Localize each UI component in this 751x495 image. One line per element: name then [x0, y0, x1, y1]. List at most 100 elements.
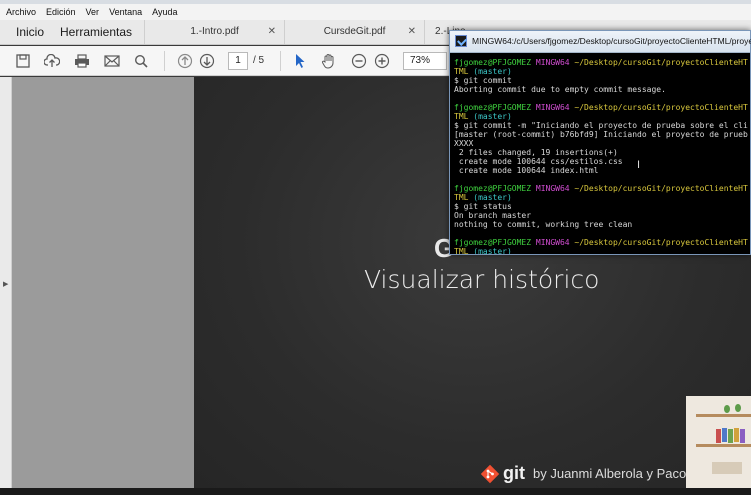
- terminal-segment: TML: [454, 67, 474, 76]
- zoom-out-icon[interactable]: [350, 52, 368, 70]
- terminal-line: $ git commit: [454, 76, 750, 85]
- webcam-overlay: [686, 396, 751, 488]
- webcam-book: [716, 429, 721, 443]
- menu-ventana[interactable]: Ventana: [109, 7, 142, 17]
- menu-ver[interactable]: Ver: [86, 7, 100, 17]
- menu-edicion[interactable]: Edición: [46, 7, 76, 17]
- terminal-line: nothing to commit, working tree clean: [454, 220, 750, 229]
- slide-footer: git by Juanmi Alberola y Paco: [480, 463, 686, 484]
- terminal-line: fjgomez@PFJGOMEZ MINGW64 ~/Desktop/curso…: [454, 58, 750, 67]
- terminal-segment: (master): [473, 247, 512, 254]
- terminal-segment: fjgomez@PFJGOMEZ: [454, 238, 536, 247]
- menu-archivo[interactable]: Archivo: [6, 7, 36, 17]
- terminal-line: fjgomez@PFJGOMEZ MINGW64 ~/Desktop/curso…: [454, 238, 750, 247]
- terminal-segment: XXXX: [454, 139, 474, 148]
- terminal-line: TML (master): [454, 247, 750, 254]
- webcam-shelf: [696, 444, 751, 447]
- terminal-segment: MINGW64: [535, 238, 575, 247]
- slide-byline: by Juanmi Alberola y Paco: [533, 466, 687, 481]
- page-total: / 5: [253, 55, 265, 66]
- terminal-line: TML (master): [454, 193, 750, 202]
- toolbar-divider: [280, 51, 281, 71]
- menu-ayuda[interactable]: Ayuda: [152, 7, 177, 17]
- menu-bar: Archivo Edición Ver Ventana Ayuda: [0, 4, 751, 20]
- terminal-segment: $ git commit: [454, 76, 512, 85]
- terminal-window[interactable]: MINGW64:/c/Users/fjgomez/Desktop/cursoGi…: [449, 30, 751, 255]
- zoom-level-select[interactable]: 73%: [403, 52, 447, 70]
- bottom-edge: [0, 488, 751, 495]
- terminal-segment: (master): [473, 112, 512, 121]
- terminal-segment: create mode 100644 css/estilos.css: [454, 157, 623, 166]
- slide-subtitle: Visualizar histórico: [364, 265, 600, 294]
- next-page-icon[interactable]: [198, 52, 216, 70]
- webcam-plant: [724, 405, 730, 413]
- terminal-segment: create mode 100644 index.html: [454, 166, 599, 175]
- terminal-segment: ~/Desktop/cursoGit/proyectoClienteHT: [574, 238, 748, 247]
- expand-panel-icon[interactable]: ▶: [3, 280, 8, 288]
- webcam-book: [722, 428, 727, 442]
- webcam-book: [740, 429, 745, 443]
- terminal-segment: TML: [454, 112, 474, 121]
- terminal-line: TML (master): [454, 67, 750, 76]
- terminal-segment: nothing to commit, working tree clean: [454, 220, 633, 229]
- terminal-line: fjgomez@PFJGOMEZ MINGW64 ~/Desktop/curso…: [454, 103, 750, 112]
- terminal-line: $ git commit -m "Iniciando el proyecto d…: [454, 121, 750, 130]
- hand-tool-icon[interactable]: [320, 52, 338, 70]
- terminal-title: MINGW64:/c/Users/fjgomez/Desktop/cursoGi…: [472, 36, 751, 46]
- git-logo-icon: [480, 464, 500, 483]
- webcam-box: [712, 462, 742, 474]
- git-brand-text: git: [503, 463, 525, 483]
- terminal-segment: 2 files changed, 19 insertions(+): [454, 148, 618, 157]
- tab-inicio[interactable]: Inicio: [0, 20, 52, 44]
- tab-herramientas[interactable]: Herramientas: [52, 20, 140, 44]
- terminal-segment: On branch master: [454, 211, 532, 220]
- terminal-segment: MINGW64: [535, 184, 575, 193]
- webcam-plant: [735, 404, 741, 412]
- terminal-segment: (master): [473, 193, 512, 202]
- terminal-app-icon: [455, 35, 467, 47]
- terminal-segment: (master): [473, 67, 512, 76]
- left-panel-collapsed[interactable]: ▶: [0, 77, 12, 488]
- terminal-line: XXXX: [454, 139, 750, 148]
- webcam-book: [734, 428, 739, 442]
- terminal-titlebar[interactable]: MINGW64:/c/Users/fjgomez/Desktop/cursoGi…: [450, 31, 751, 53]
- terminal-segment: ~/Desktop/cursoGit/proyectoClienteHT: [574, 58, 748, 67]
- terminal-output[interactable]: fjgomez@PFJGOMEZ MINGW64 ~/Desktop/curso…: [454, 58, 750, 254]
- close-icon[interactable]: ✕: [268, 20, 276, 44]
- terminal-line: 2 files changed, 19 insertions(+): [454, 148, 750, 157]
- doc-tab-label: CursdeGit.pdf: [323, 26, 386, 37]
- webcam-shelf: [696, 414, 751, 417]
- terminal-segment: MINGW64: [535, 58, 575, 67]
- terminal-segment: TML: [454, 247, 474, 254]
- upload-cloud-icon[interactable]: [43, 52, 61, 70]
- mail-icon[interactable]: [103, 52, 121, 70]
- save-icon[interactable]: [14, 52, 32, 70]
- doc-tab-intro[interactable]: 1.-Intro.pdf ✕: [144, 20, 284, 44]
- terminal-segment: TML: [454, 193, 474, 202]
- print-icon[interactable]: [73, 52, 91, 70]
- screen: Archivo Edición Ver Ventana Ayuda Inicio…: [0, 0, 751, 495]
- terminal-line: [master (root-commit) b76bfd9] Iniciando…: [454, 130, 750, 139]
- doc-tab-cursdegit[interactable]: CursdeGit.pdf ✕: [284, 20, 424, 44]
- text-cursor-icon: I: [637, 159, 641, 171]
- close-icon[interactable]: ✕: [408, 20, 416, 44]
- terminal-line: TML (master): [454, 112, 750, 121]
- terminal-segment: Aborting commit due to empty commit mess…: [454, 85, 666, 94]
- terminal-segment: ~/Desktop/cursoGit/proyectoClienteHT: [574, 103, 748, 112]
- select-cursor-icon[interactable]: [291, 52, 309, 70]
- search-icon[interactable]: [132, 52, 150, 70]
- terminal-line: fjgomez@PFJGOMEZ MINGW64 ~/Desktop/curso…: [454, 184, 750, 193]
- page-number-input[interactable]: 1: [228, 52, 248, 70]
- terminal-segment: fjgomez@PFJGOMEZ: [454, 103, 536, 112]
- zoom-in-icon[interactable]: [373, 52, 391, 70]
- terminal-line: On branch master: [454, 211, 750, 220]
- terminal-segment: $ git status: [454, 202, 512, 211]
- terminal-segment: [master (root-commit) b76bfd9] Iniciando…: [454, 130, 748, 139]
- doc-tab-label: 1.-Intro.pdf: [190, 26, 239, 37]
- terminal-segment: $ git commit -m "Iniciando el proyecto d…: [454, 121, 748, 130]
- terminal-segment: fjgomez@PFJGOMEZ: [454, 184, 536, 193]
- previous-page-icon[interactable]: [176, 52, 194, 70]
